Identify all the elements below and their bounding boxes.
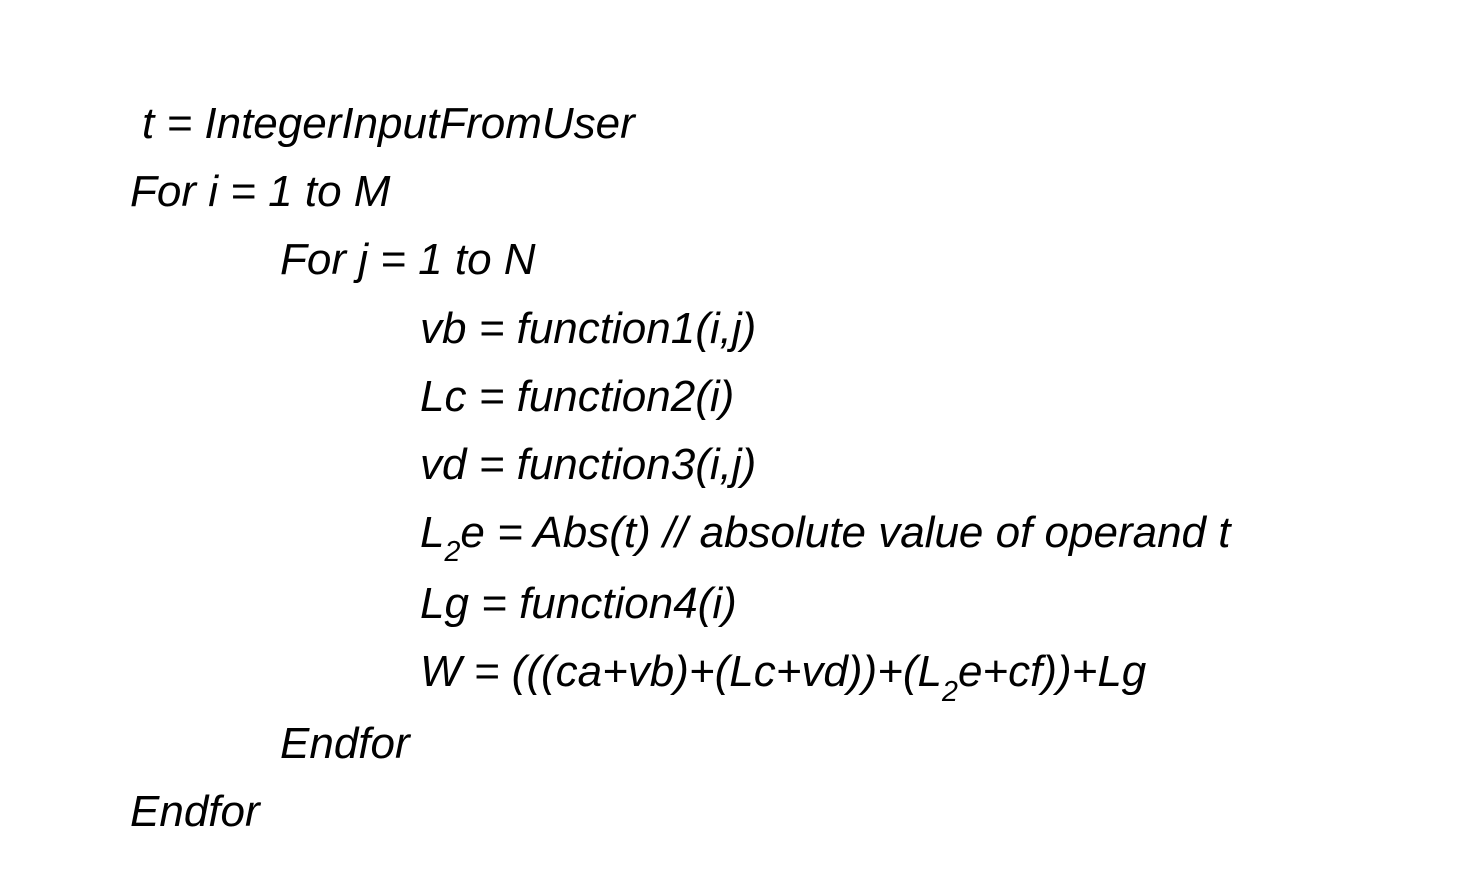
code-line: For i = 1 to M bbox=[130, 158, 1230, 226]
code-text: W = (((ca+vb)+(Lc+vd))+(L bbox=[420, 647, 942, 696]
code-text: For j = 1 to N bbox=[280, 235, 536, 284]
subscript-text: 2 bbox=[942, 676, 958, 708]
code-text: vb = function1(i,j) bbox=[420, 304, 756, 353]
code-text: Endfor bbox=[130, 787, 260, 836]
code-line: Lg = function4(i) bbox=[130, 570, 1230, 638]
pseudocode-block: t = IntegerInputFromUser For i = 1 to M Fo… bbox=[130, 90, 1230, 846]
code-text: L bbox=[420, 508, 444, 557]
code-text: Lg = function4(i) bbox=[420, 579, 737, 628]
code-text: e+cf))+Lg bbox=[958, 647, 1146, 696]
code-line: vd = function3(i,j) bbox=[130, 431, 1230, 499]
code-text: Lc = function2(i) bbox=[420, 372, 734, 421]
code-text: t = IntegerInputFromUser bbox=[142, 99, 635, 148]
code-line: t = IntegerInputFromUser bbox=[130, 90, 1230, 158]
code-text: For i = 1 to M bbox=[130, 167, 390, 216]
code-line: For j = 1 to N bbox=[130, 226, 1230, 294]
subscript-text: 2 bbox=[444, 536, 460, 568]
code-text: e = Abs(t) // absolute value of operand … bbox=[460, 508, 1230, 557]
code-line: vb = function1(i,j) bbox=[130, 295, 1230, 363]
code-line: W = (((ca+vb)+(Lc+vd))+(L2e+cf))+Lg bbox=[130, 638, 1230, 709]
code-line: Endfor bbox=[130, 710, 1230, 778]
code-line: Endfor bbox=[130, 778, 1230, 846]
code-text: Endfor bbox=[280, 719, 410, 768]
code-text: vd = function3(i,j) bbox=[420, 440, 756, 489]
code-line: L2e = Abs(t) // absolute value of operan… bbox=[130, 499, 1230, 570]
code-line: Lc = function2(i) bbox=[130, 363, 1230, 431]
